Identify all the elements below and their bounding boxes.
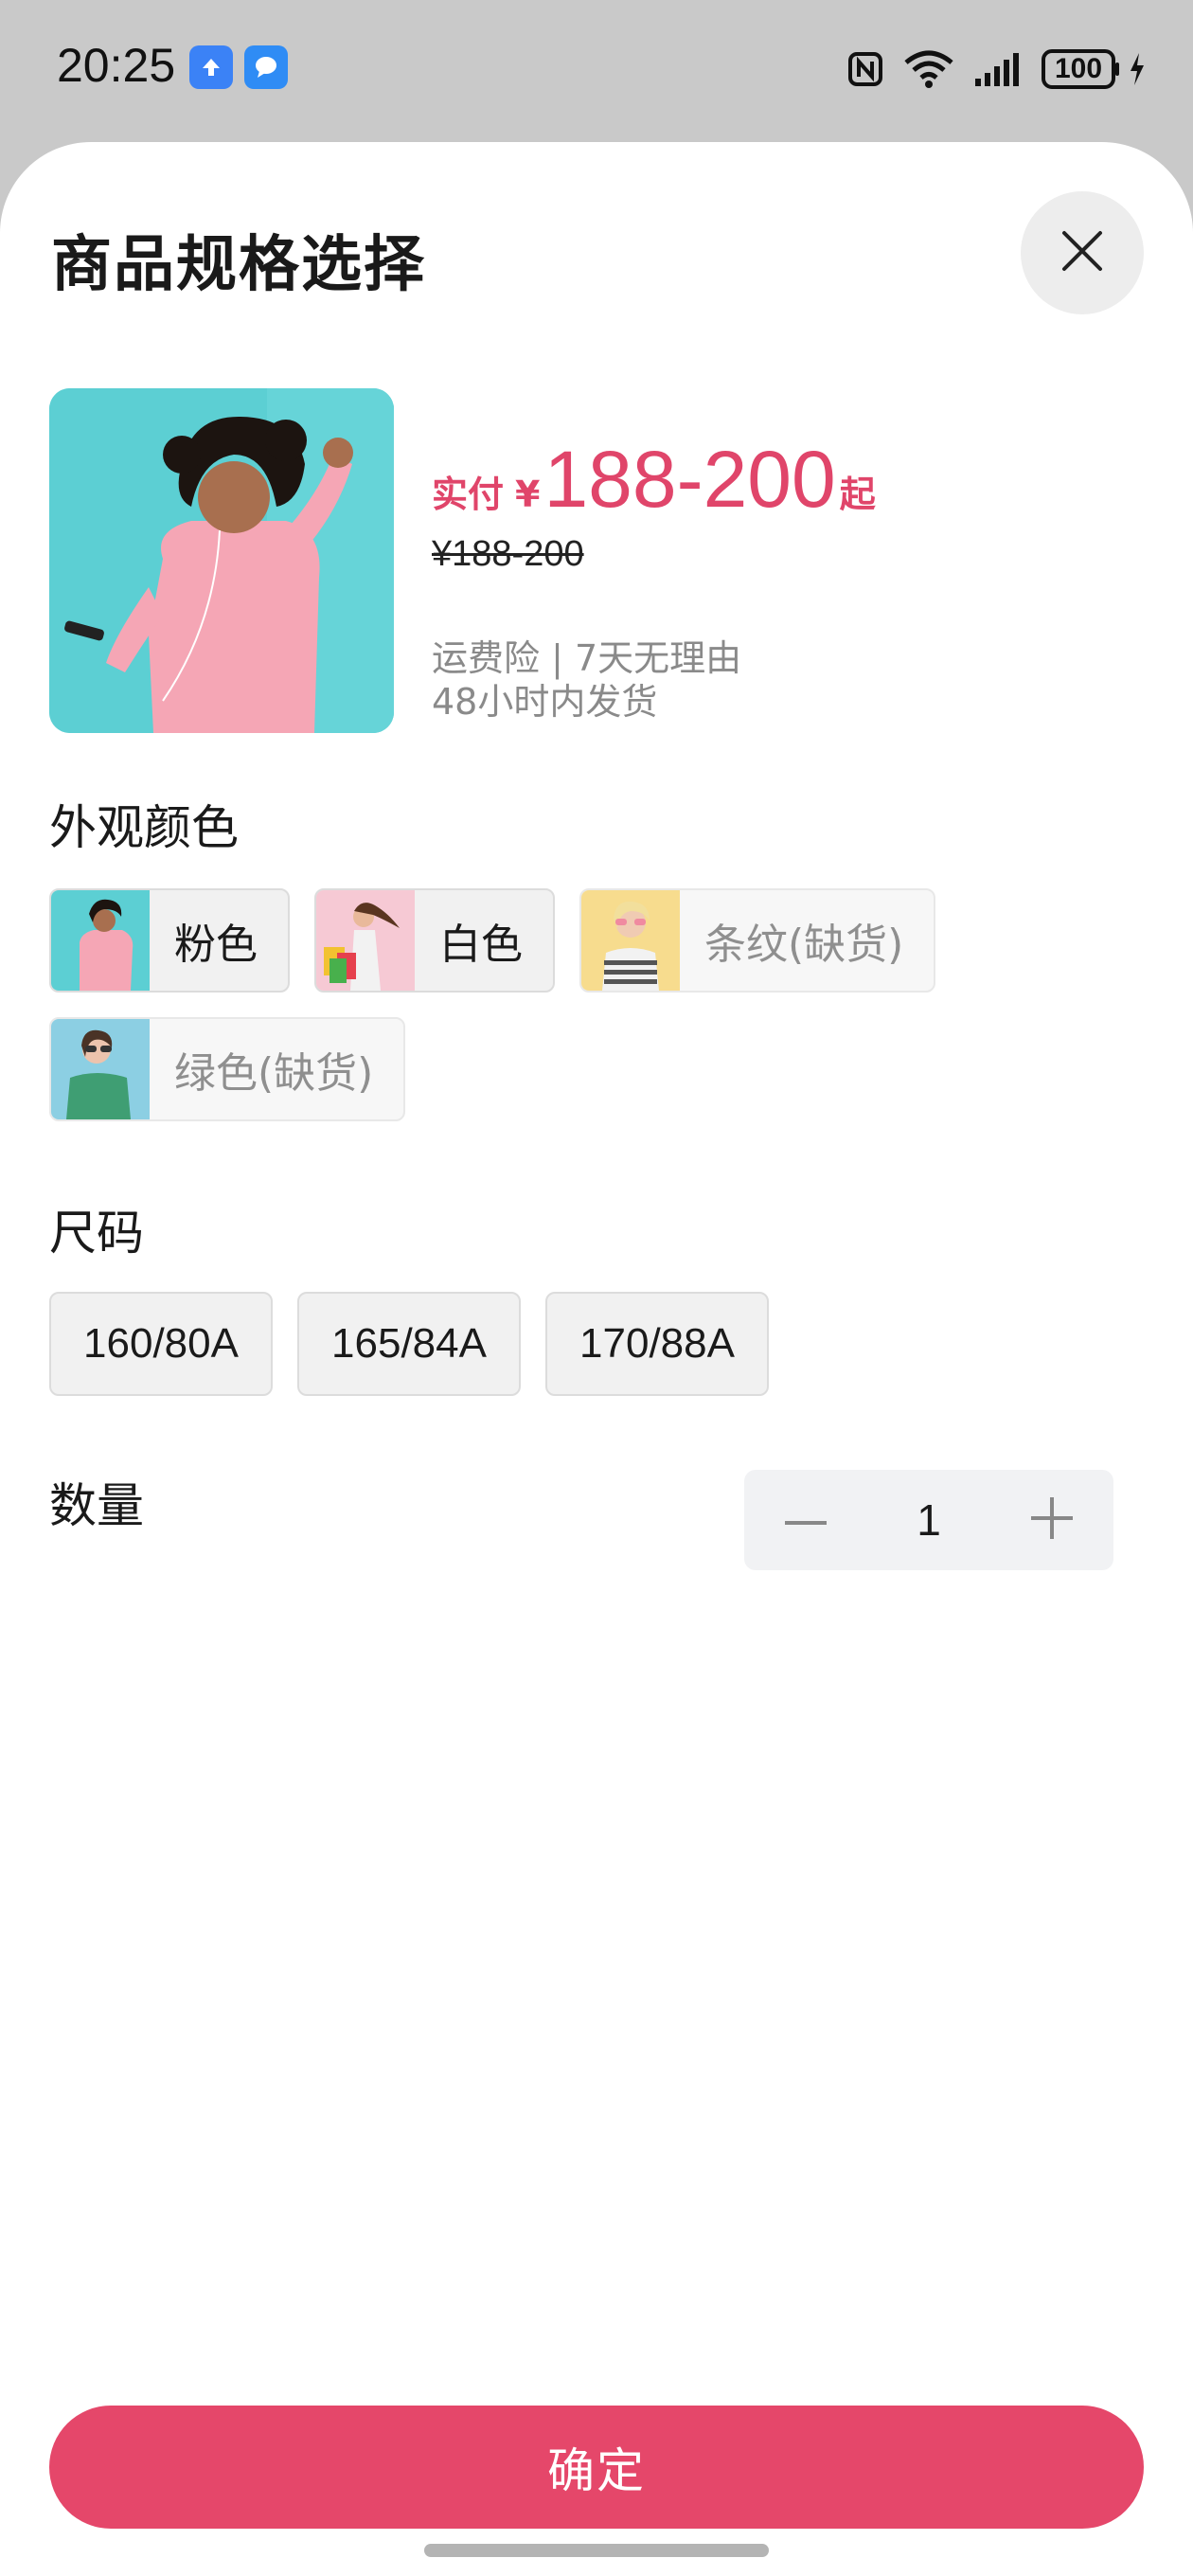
color-thumb-pink bbox=[51, 890, 150, 991]
product-image bbox=[49, 388, 394, 733]
minus-icon bbox=[785, 1512, 827, 1530]
color-section-title: 外观颜色 bbox=[49, 800, 239, 855]
price-prefix: 实付 bbox=[432, 474, 505, 515]
increment-button[interactable] bbox=[990, 1470, 1113, 1570]
home-indicator[interactable] bbox=[424, 2544, 769, 2557]
price-suffix: 起 bbox=[839, 474, 876, 515]
color-thumb-stripe bbox=[581, 890, 680, 991]
quantity-section-title: 数量 bbox=[49, 1478, 144, 1533]
wifi-icon bbox=[903, 49, 954, 89]
sheet-title: 商品规格选择 bbox=[51, 230, 426, 300]
color-label: 粉色 bbox=[174, 921, 258, 969]
charging-icon bbox=[1129, 51, 1146, 87]
color-label: 白色 bbox=[439, 921, 523, 969]
plus-icon bbox=[1031, 1497, 1073, 1543]
confirm-button[interactable]: 确定 bbox=[49, 2406, 1144, 2529]
price-row: 实付 ¥ 188-200 起 bbox=[432, 434, 876, 528]
size-option-170[interactable]: 170/88A bbox=[545, 1292, 769, 1396]
size-option-165[interactable]: 165/84A bbox=[297, 1292, 521, 1396]
size-option-160[interactable]: 160/80A bbox=[49, 1292, 273, 1396]
quantity-value[interactable]: 1 bbox=[867, 1494, 990, 1546]
signal-icon bbox=[973, 50, 1023, 88]
status-time: 20:25 bbox=[57, 39, 176, 92]
status-icons: 100 bbox=[846, 45, 1146, 93]
close-icon bbox=[1060, 229, 1104, 277]
color-thumb-green bbox=[51, 1019, 150, 1119]
quantity-stepper: 1 bbox=[744, 1470, 1113, 1570]
size-section-title: 尺码 bbox=[49, 1206, 144, 1261]
service-info: 运费险 | 7天无理由 48小时内发货 bbox=[432, 636, 741, 724]
color-label: 条纹(缺货) bbox=[704, 921, 904, 969]
color-label: 绿色(缺货) bbox=[174, 1049, 374, 1098]
price-range: 188-200 bbox=[543, 435, 836, 524]
message-app-icon bbox=[244, 45, 288, 89]
original-price: ¥188-200 bbox=[432, 534, 584, 574]
color-option-white[interactable]: 白色 bbox=[314, 888, 555, 993]
upload-app-icon bbox=[189, 45, 233, 89]
close-button[interactable] bbox=[1021, 191, 1144, 314]
color-option-pink[interactable]: 粉色 bbox=[49, 888, 290, 993]
battery-icon: 100 bbox=[1042, 48, 1121, 90]
color-option-stripe[interactable]: 条纹(缺货) bbox=[579, 888, 936, 993]
decrement-button[interactable] bbox=[744, 1470, 867, 1570]
service-line-2: 48小时内发货 bbox=[432, 681, 658, 723]
status-bar: 20:25 100 bbox=[0, 0, 1193, 142]
color-option-green[interactable]: 绿色(缺货) bbox=[49, 1017, 406, 1121]
service-line-1: 运费险 | 7天无理由 bbox=[432, 637, 742, 679]
color-thumb-white bbox=[316, 890, 415, 991]
spec-selection-sheet: 商品规格选择 实付 ¥ 188-200 起 ¥188-200 运费险 | 7天无… bbox=[0, 142, 1193, 2576]
battery-level: 100 bbox=[1054, 53, 1103, 84]
nfc-icon bbox=[846, 50, 884, 88]
price-currency: ¥ bbox=[515, 474, 541, 515]
